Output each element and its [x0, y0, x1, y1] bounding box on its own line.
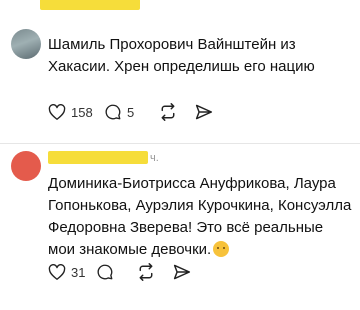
comment-time: ч.: [150, 152, 159, 164]
like-count: 31: [71, 264, 86, 280]
comment-actions: 31: [48, 262, 192, 282]
heart-icon: [48, 263, 66, 280]
comment-text: Доминика-Биотрисса Ануфрикова, Лаура Гоп…: [48, 173, 353, 261]
like-button[interactable]: 31: [48, 263, 96, 281]
winking-face-emoji: [213, 241, 230, 257]
avatar[interactable]: [11, 151, 41, 181]
redacted-username: [48, 151, 148, 164]
share-button[interactable]: [172, 263, 192, 281]
comment-bubble-icon: [97, 264, 113, 280]
send-paper-plane-icon: [173, 264, 191, 280]
repost-button[interactable]: [136, 263, 172, 281]
reply-button[interactable]: [96, 263, 136, 281]
comment-2: ч. Доминика-Биотрисса Ануфрикова, Лаура …: [0, 0, 360, 281]
comment-text-body: Доминика-Биотрисса Ануфрикова, Лаура Гоп…: [48, 175, 352, 258]
repost-arrows-icon: [139, 263, 153, 281]
